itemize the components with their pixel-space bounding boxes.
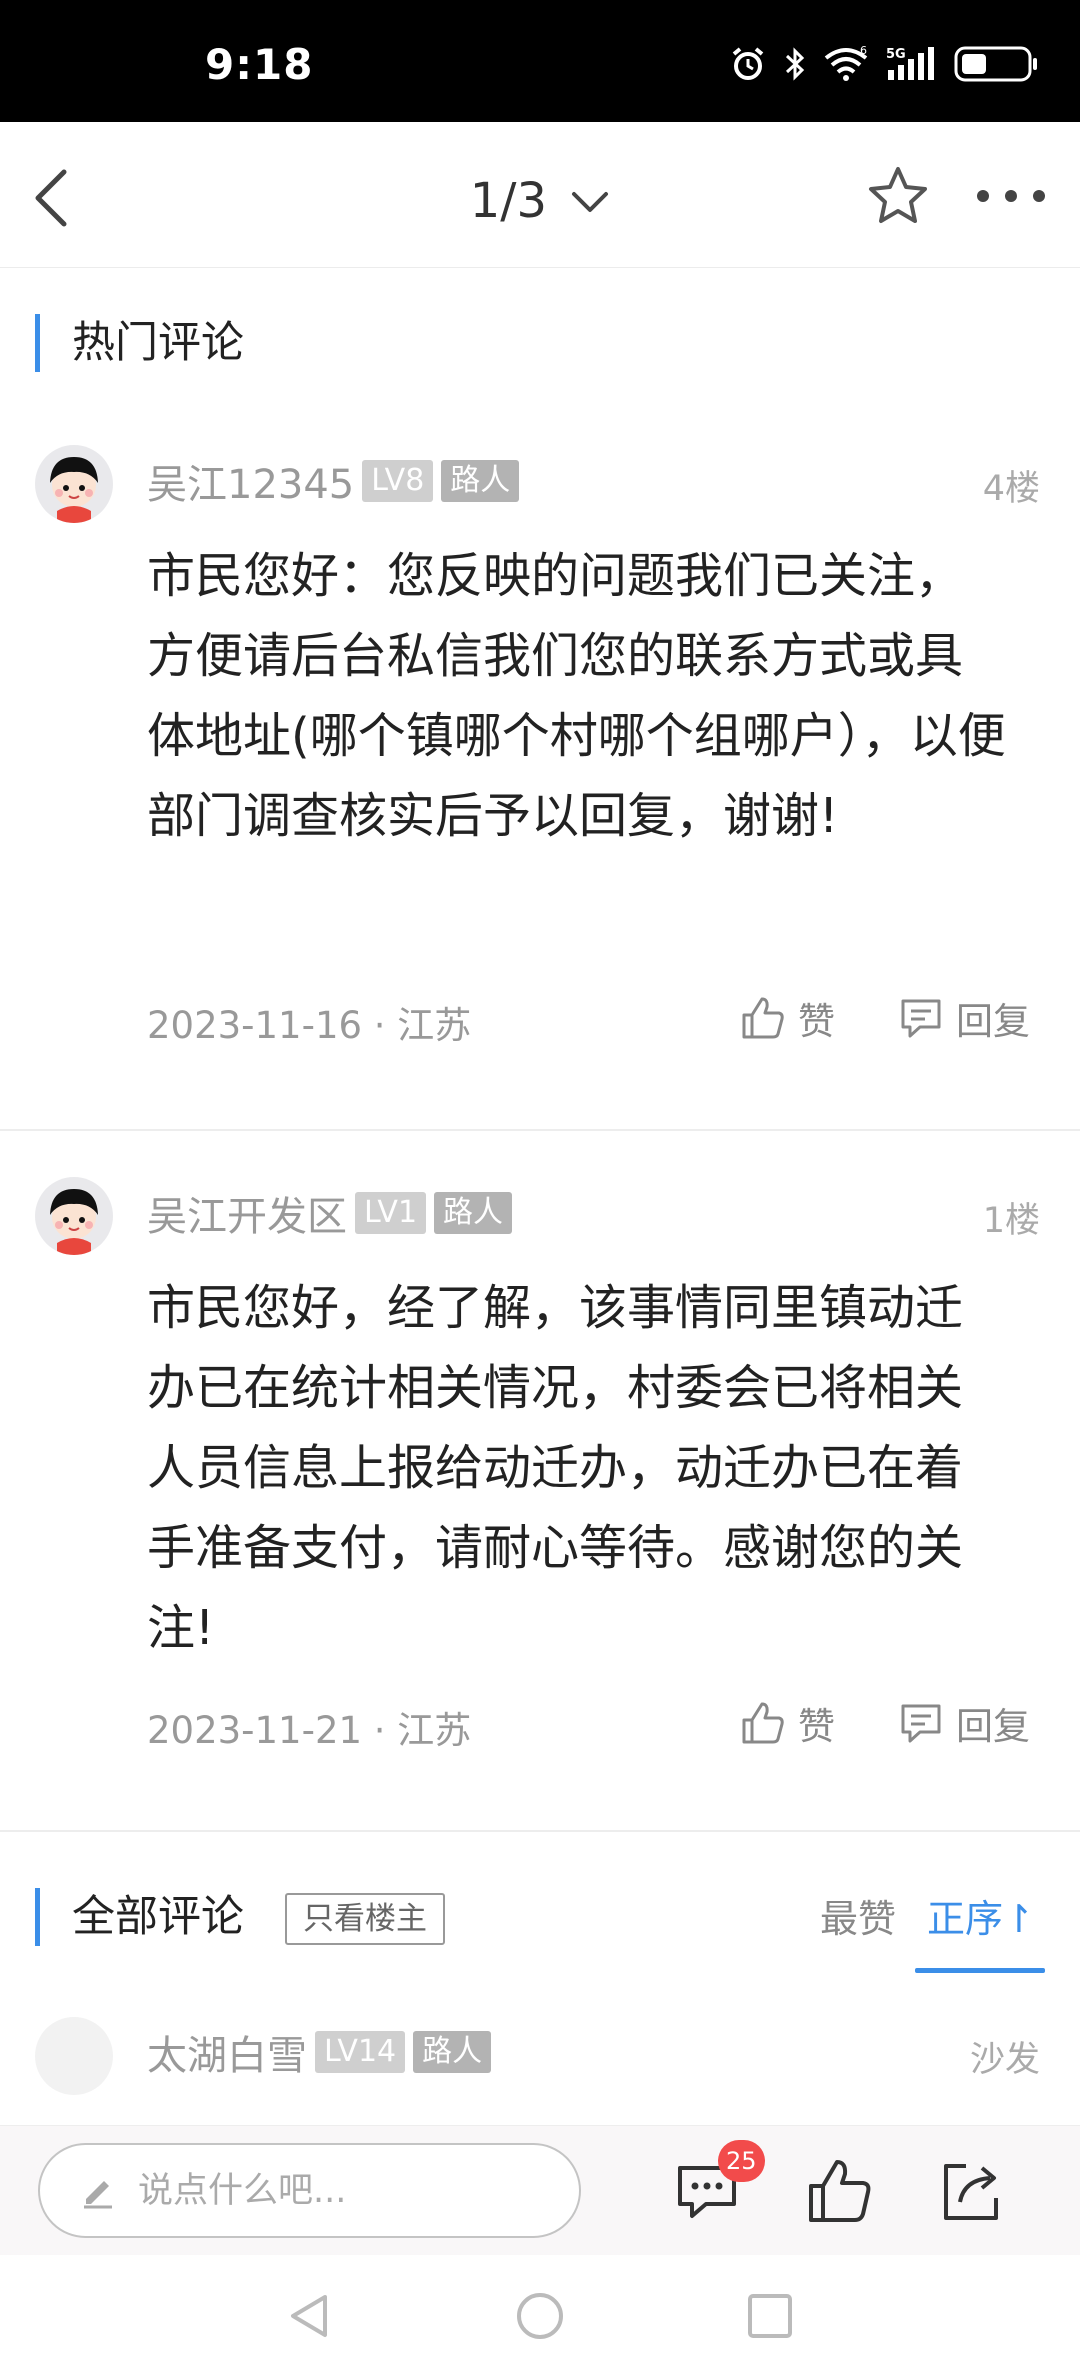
hot-comments-title: 热门评论 — [35, 314, 244, 372]
like-post-button[interactable] — [805, 2156, 875, 2226]
nav-back-triangle-icon[interactable] — [285, 2291, 335, 2341]
sort-by-likes-tab[interactable]: 最赞 — [820, 1888, 896, 1943]
bottom-action-bar: 25 — [0, 2125, 1080, 2255]
avatar[interactable] — [35, 1177, 113, 1255]
username[interactable]: 吴江开发区 — [147, 1184, 347, 1242]
share-button[interactable] — [936, 2156, 1006, 2226]
nav-home-circle-icon[interactable] — [515, 2291, 565, 2341]
floor-number: 4楼 — [982, 469, 1040, 509]
username-line: 吴江开发区 LV1 路人 — [147, 1188, 513, 1240]
active-tab-indicator — [915, 1968, 1045, 1973]
reply-button[interactable]: 回复 — [898, 1695, 1030, 1751]
reply-label: 回复 — [956, 1705, 1030, 1748]
system-navigation-bar — [0, 2255, 1080, 2376]
comment-item: 太湖白雪 LV14 路人 沙发 — [0, 2015, 1080, 2115]
comment-text: 市民您好，经了解，该事情同里镇动迁办已在统计相关情况，村委会已将相关人员信息上报… — [147, 1280, 964, 1656]
top-nav-bar: 1/3 — [0, 122, 1080, 268]
comment-text: 市民您好：您反映的问题我们已关注，方便请后台私信我们您的联系方式或具体地址(哪个… — [147, 548, 1006, 844]
role-badge: 路人 — [413, 2031, 492, 2073]
level-badge: LV8 — [362, 460, 434, 502]
sort-by-order-tab[interactable]: 正序↾ — [927, 1888, 1035, 1943]
status-bar: 9:18 6 5G — [0, 0, 1080, 122]
cell-signal-icon: 5G — [886, 47, 934, 80]
more-icon — [977, 190, 1045, 202]
favorite-button[interactable] — [866, 164, 930, 228]
only-owner-button[interactable]: 只看楼主 — [285, 1893, 445, 1945]
pager-label: 1/3 — [469, 173, 547, 229]
more-button[interactable] — [975, 184, 1047, 208]
reply-button[interactable]: 回复 — [898, 990, 1030, 1046]
level-badge: LV1 — [355, 1192, 427, 1234]
username-line: 太湖白雪 LV14 路人 — [147, 2027, 492, 2079]
comment-item: 吴江12345 LV8 路人 4楼 市民您好：您反映的问题我们已关注，方便请后台… — [0, 440, 1080, 1130]
like-button[interactable]: 赞 — [740, 1695, 835, 1751]
alarm-icon — [732, 47, 764, 80]
comment-item: 吴江开发区 LV1 路人 1楼 市民您好，经了解，该事情同里镇动迁办已在统计相关… — [0, 1172, 1080, 1832]
pencil-icon — [84, 2180, 112, 2208]
date-location: 2023-11-16 · 江苏 — [147, 1004, 472, 1047]
status-icons: 6 5G — [730, 44, 1040, 84]
chevron-down-icon — [572, 192, 609, 212]
floor-number: 1楼 — [982, 1201, 1040, 1241]
nav-recents-square-icon[interactable] — [745, 2291, 795, 2341]
divider — [0, 1830, 1080, 1832]
reply-label: 回复 — [956, 1000, 1030, 1043]
username[interactable]: 吴江12345 — [147, 452, 354, 510]
thumb-up-icon — [809, 2160, 871, 2222]
username-line: 吴江12345 LV8 路人 — [147, 456, 520, 508]
thumb-up-icon — [742, 997, 784, 1039]
sim-label: 6 — [860, 46, 867, 57]
divider — [0, 1129, 1080, 1131]
like-label: 赞 — [798, 1000, 835, 1043]
username[interactable]: 太湖白雪 — [147, 2023, 307, 2081]
comment-input[interactable] — [138, 2170, 518, 2211]
bluetooth-icon — [785, 47, 805, 81]
like-button[interactable]: 赞 — [740, 990, 835, 1046]
status-time: 9:18 — [205, 40, 314, 89]
date-location: 2023-11-21 · 江苏 — [147, 1709, 472, 1752]
level-badge: LV14 — [315, 2031, 406, 2073]
floor-number: 沙发 — [969, 2040, 1040, 2080]
avatar[interactable] — [35, 445, 113, 523]
like-label: 赞 — [798, 1705, 835, 1748]
all-comments-title: 全部评论 — [35, 1888, 244, 1946]
reply-icon — [901, 1704, 941, 1743]
comment-count-badge: 25 — [718, 2140, 765, 2182]
reply-icon — [901, 999, 941, 1038]
star-icon — [869, 167, 927, 223]
wifi-icon: 6 — [824, 46, 868, 81]
role-badge: 路人 — [441, 460, 520, 502]
comment-input-box[interactable] — [38, 2143, 581, 2238]
role-badge: 路人 — [434, 1192, 513, 1234]
avatar[interactable] — [35, 2017, 113, 2095]
thumb-up-icon — [742, 1702, 784, 1744]
battery-icon — [954, 44, 1040, 84]
share-icon — [944, 2164, 998, 2220]
signal-label: 5G — [886, 47, 906, 62]
